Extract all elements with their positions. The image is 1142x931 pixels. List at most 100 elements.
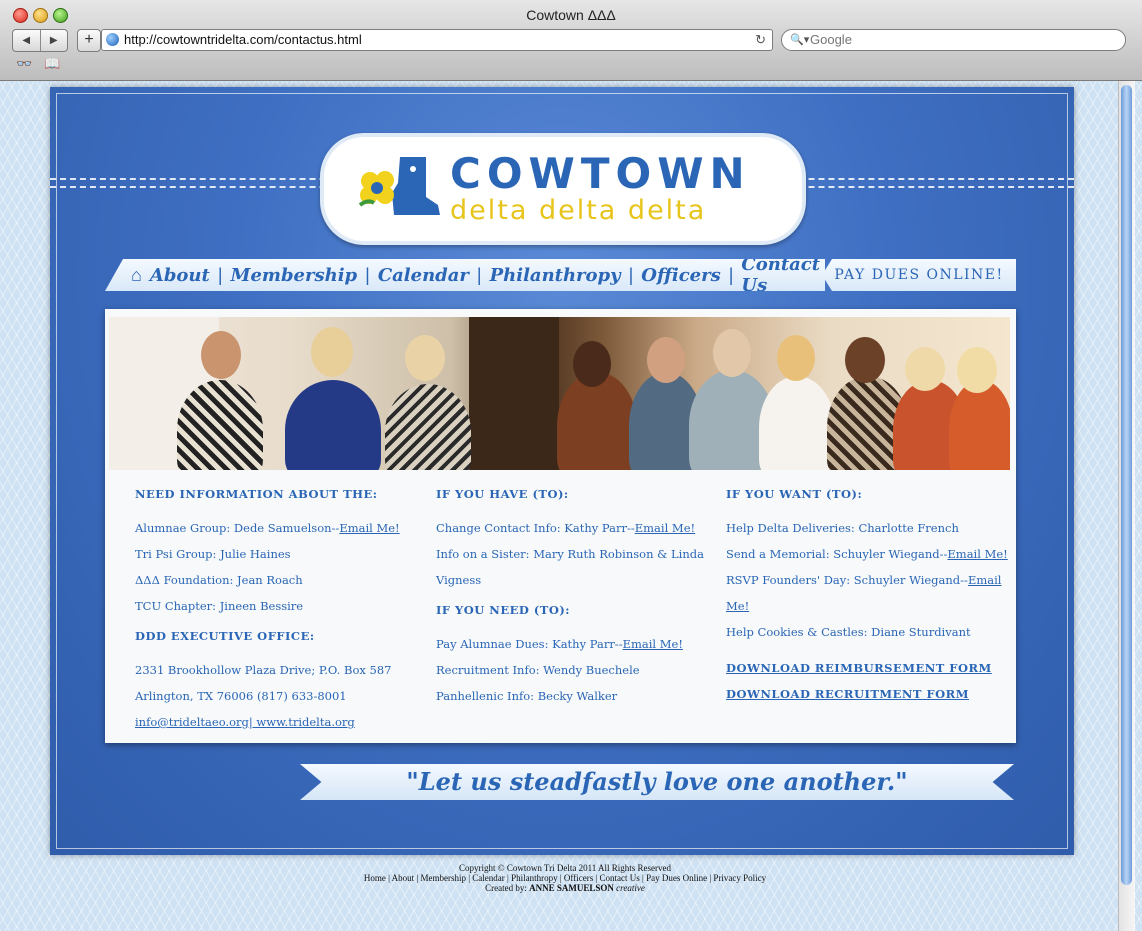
tridelta-web-link[interactable]: | www.tridelta.org xyxy=(249,715,355,729)
pay-dues-email-link[interactable]: Email Me! xyxy=(623,637,683,651)
pay-dues-line: Pay Alumnae Dues: Kathy Parr--Email Me! xyxy=(436,631,716,657)
home-icon[interactable]: ⌂ xyxy=(131,265,142,286)
photo-person xyxy=(385,384,471,470)
globe-icon xyxy=(106,33,119,46)
photo-head xyxy=(647,337,685,383)
search-box[interactable]: 🔍▾ xyxy=(781,29,1126,51)
add-bookmark-button[interactable]: + xyxy=(77,29,101,52)
office-email-link[interactable]: info@trideltaeo.org xyxy=(135,715,249,729)
pay-dues-button[interactable]: PAY DUES ONLINE! xyxy=(822,259,1016,291)
nav-philanthropy[interactable]: Philanthropy xyxy=(490,265,621,286)
photo-person xyxy=(285,380,381,470)
created-by-prefix: Created by: xyxy=(485,883,530,893)
footer-link-about[interactable]: About xyxy=(392,873,415,883)
photo-head xyxy=(845,337,885,383)
sister-info-line-2: Vigness xyxy=(436,573,482,587)
reading-list-icon[interactable]: 👓 xyxy=(16,56,32,72)
nav-separator: | xyxy=(476,264,482,285)
photo-person xyxy=(557,372,637,470)
nav-separator: | xyxy=(365,264,370,285)
nav-membership[interactable]: Membership xyxy=(231,265,358,286)
change-contact-email-link[interactable]: Email Me! xyxy=(635,521,695,535)
address-line-2: Arlington, TX 76006 (817) 633-8001 xyxy=(135,689,347,703)
rsvp-line: RSVP Founders' Day: Schuyler Wiegand--Em… xyxy=(726,567,1016,619)
heading-need-info: NEED INFORMATION ABOUT THE: xyxy=(135,487,378,501)
heading-if-you-need: IF YOU NEED (TO): xyxy=(436,603,571,617)
photo-head xyxy=(573,341,611,387)
nav-separator: | xyxy=(728,264,734,285)
nav-calendar[interactable]: Calendar xyxy=(378,265,469,286)
reload-icon[interactable]: ↻ xyxy=(755,30,766,50)
memorial-email-link[interactable]: Email Me! xyxy=(947,547,1007,561)
heading-executive-office: DDD EXECUTIVE OFFICE: xyxy=(135,629,315,643)
memorial-text: Send a Memorial: Schuyler Wiegand-- xyxy=(726,547,948,561)
footer-link-contact-us[interactable]: Contact Us xyxy=(600,873,640,883)
browser-toolbar: Cowtown ΔΔΔ ◀ ▶ + http://cowtowntridelta… xyxy=(0,0,1142,81)
search-input[interactable] xyxy=(808,31,1112,48)
footer-link-privacy[interactable]: Privacy Policy xyxy=(713,873,766,883)
recruitment-line: Recruitment Info: Wendy Buechele xyxy=(436,663,640,677)
footer-link-calendar[interactable]: Calendar xyxy=(472,873,504,883)
photo-head xyxy=(201,331,241,379)
url-text[interactable]: http://cowtowntridelta.com/contactus.htm… xyxy=(124,30,362,50)
photo-head xyxy=(905,347,945,391)
panhellenic-line: Panhellenic Info: Becky Walker xyxy=(436,689,618,703)
pay-dues-text: Pay Alumnae Dues: Kathy Parr-- xyxy=(436,637,623,651)
window-title: Cowtown ΔΔΔ xyxy=(526,7,616,23)
scrollbar-thumb[interactable] xyxy=(1121,85,1132,885)
back-button[interactable]: ◀ xyxy=(13,30,41,51)
photo-person xyxy=(759,376,835,470)
download-recruitment-link[interactable]: DOWNLOAD RECRUITMENT FORM xyxy=(726,687,969,701)
created-by-suffix: creative xyxy=(613,883,645,893)
photo-person xyxy=(177,380,263,470)
site-logo[interactable]: COWTOWN delta delta delta xyxy=(320,133,806,245)
footer-link-home[interactable]: Home xyxy=(364,873,386,883)
search-icon[interactable]: 🔍▾ xyxy=(790,30,809,50)
photo-person xyxy=(949,380,1010,470)
group-photo xyxy=(109,317,1010,470)
footer-link-philanthropy[interactable]: Philanthropy xyxy=(511,873,558,883)
download-recruitment-line: DOWNLOAD RECRUITMENT FORM xyxy=(726,681,1016,707)
photo-head xyxy=(777,335,815,381)
column-info: NEED INFORMATION ABOUT THE: Alumnae Grou… xyxy=(135,487,420,735)
tcu-line: TCU Chapter: Jineen Bessire xyxy=(135,599,304,613)
nav-contact-us[interactable]: Contact Us xyxy=(741,259,820,291)
logo-title: COWTOWN xyxy=(450,149,751,198)
copyright-text: Copyright © Cowtown Tri Delta 2011 All R… xyxy=(458,863,671,873)
change-contact-line: Change Contact Info: Kathy Parr--Email M… xyxy=(436,515,716,541)
deliveries-line: Help Delta Deliveries: Charlotte French xyxy=(726,521,959,535)
nav-about[interactable]: About xyxy=(150,265,210,286)
history-buttons: ◀ ▶ xyxy=(12,29,68,52)
pansy-flower-icon xyxy=(358,171,394,207)
heading-if-you-have: IF YOU HAVE (TO): xyxy=(436,487,569,501)
footer-link-officers[interactable]: Officers xyxy=(564,873,593,883)
footer-links: Home | About | Membership | Calendar | P… xyxy=(363,873,767,883)
sister-info-line-1: Info on a Sister: Mary Ruth Robinson & L… xyxy=(436,547,704,561)
main-nav: ⌂ About | Membership | Calendar | Philan… xyxy=(105,259,825,291)
site-frame: COWTOWN delta delta delta ⌂ About | Memb… xyxy=(50,87,1074,855)
change-contact-text: Change Contact Info: Kathy Parr-- xyxy=(436,521,635,535)
nav-officers[interactable]: Officers xyxy=(641,265,720,286)
footer-link-pay-dues[interactable]: Pay Dues Online xyxy=(646,873,707,883)
footer-link-membership[interactable]: Membership xyxy=(420,873,466,883)
scrollbar[interactable] xyxy=(1118,81,1135,931)
forward-button[interactable]: ▶ xyxy=(41,30,68,51)
rsvp-text: RSVP Founders' Day: Schuyler Wiegand-- xyxy=(726,573,968,587)
motto-banner: "Let us steadfastly love one another." xyxy=(300,764,1014,800)
column-want: IF YOU WANT (TO): Help Delta Deliveries:… xyxy=(726,487,1016,707)
alumnae-line: Alumnae Group: Dede Samuelson--Email Me! xyxy=(135,515,420,541)
download-reimbursement-line: DOWNLOAD REIMBURSEMENT FORM xyxy=(726,655,1016,681)
photo-head xyxy=(713,329,751,377)
logo-subtitle: delta delta delta xyxy=(450,195,707,226)
alumnae-text: Alumnae Group: Dede Samuelson-- xyxy=(135,521,340,535)
content-panel: NEED INFORMATION ABOUT THE: Alumnae Grou… xyxy=(105,309,1016,743)
created-by-line: Created by: ANNE SAMUELSON creative xyxy=(300,883,830,893)
created-by-name[interactable]: ANNE SAMUELSON xyxy=(529,883,614,893)
alumnae-email-link[interactable]: Email Me! xyxy=(339,521,399,535)
foundation-line: ΔΔΔ Foundation: Jean Roach xyxy=(135,573,303,587)
memorial-line: Send a Memorial: Schuyler Wiegand--Email… xyxy=(726,541,1016,567)
download-reimbursement-link[interactable]: DOWNLOAD REIMBURSEMENT FORM xyxy=(726,661,992,675)
address-bar[interactable]: http://cowtowntridelta.com/contactus.htm… xyxy=(101,29,773,51)
address-line-1: 2331 Brookhollow Plaza Drive; P.O. Box 5… xyxy=(135,663,392,677)
bookmarks-icon[interactable]: 📖 xyxy=(44,56,60,72)
